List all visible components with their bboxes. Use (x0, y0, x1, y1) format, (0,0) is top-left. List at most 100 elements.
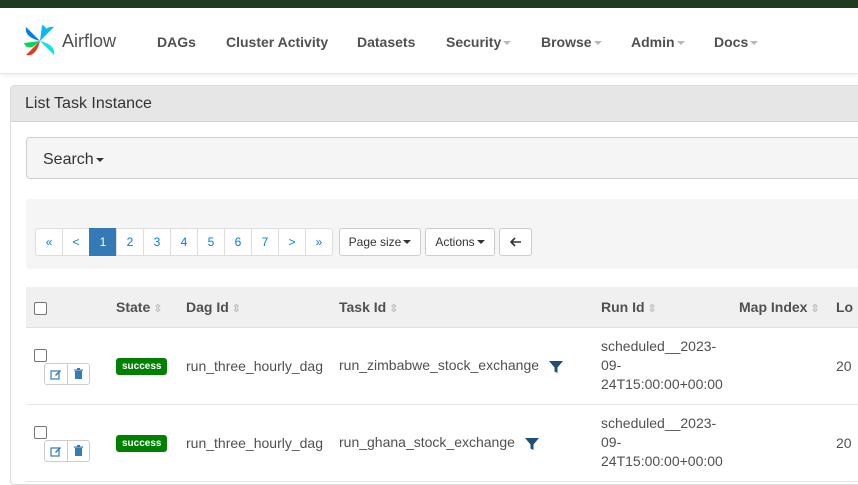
filter-icon[interactable] (524, 437, 539, 451)
search-label: Search (43, 151, 94, 168)
search-toggle[interactable]: Search (43, 151, 104, 169)
task-id-cell: run_zimbabwe_stock_exchange (331, 327, 593, 405)
page-4-button[interactable]: 4 (170, 228, 198, 256)
nav-docs-label: Docs (714, 34, 749, 50)
dag-id-cell[interactable]: run_three_hourly_dag (178, 327, 331, 405)
column-task-id[interactable]: Task Id ⇕ (331, 287, 593, 328)
page-size-dropdown[interactable]: Page size (339, 228, 421, 256)
sort-icon: ⇕ (810, 302, 820, 315)
chevron-down-icon (750, 41, 759, 46)
column-dag-id-label: Dag Id (186, 298, 229, 315)
status-badge[interactable]: success (116, 435, 168, 452)
map-index-cell (731, 327, 828, 405)
list-panel: List Task Instance Search « < 1 2 3 4 5 … (10, 85, 858, 485)
column-dag-id[interactable]: Dag Id ⇕ (178, 287, 331, 328)
sort-icon: ⇕ (389, 302, 399, 315)
nav-security-label: Security (446, 34, 502, 50)
select-all-header (26, 287, 108, 328)
edit-icon (50, 369, 61, 380)
nav-browse[interactable]: Browse (541, 34, 602, 50)
column-state[interactable]: State ⇕ (108, 287, 178, 328)
page-first-button[interactable]: « (35, 228, 63, 256)
actions-dropdown[interactable]: Actions (425, 228, 495, 256)
status-badge[interactable]: success (116, 358, 168, 375)
dag-id-cell[interactable]: run_three_hourly_dag (178, 404, 331, 482)
sort-icon: ⇕ (153, 302, 163, 315)
brand-name: Airflow (62, 30, 117, 51)
edit-icon (50, 446, 61, 457)
run-id-cell[interactable]: scheduled__2023- 09- 24T15:00:00+00:00 (593, 404, 731, 482)
row-actions (44, 439, 90, 462)
pagination-bar: « < 1 2 3 4 5 6 7 > » Page size Actions (26, 199, 858, 269)
trash-icon (74, 367, 83, 379)
chevron-down-icon (593, 41, 602, 46)
row-checkbox[interactable] (34, 426, 47, 440)
page-6-button[interactable]: 6 (224, 228, 252, 256)
row-controls (26, 327, 108, 405)
table-row: success run_three_hourly_dag run_zimbabw… (26, 327, 858, 405)
row-controls (26, 404, 108, 482)
run-id-cell[interactable]: scheduled__2023- 09- 24T15:00:00+00:00 (593, 327, 731, 405)
column-log-partial[interactable]: Lo (828, 287, 858, 328)
nav-security[interactable]: Security (446, 34, 512, 50)
row-checkbox[interactable] (34, 349, 47, 363)
edit-button[interactable] (45, 441, 67, 461)
edit-button[interactable] (45, 364, 67, 384)
back-button[interactable] (499, 228, 532, 256)
brand-logo[interactable]: Airflow (22, 22, 116, 60)
chevron-down-icon (403, 240, 412, 244)
page-5-button[interactable]: 5 (197, 228, 225, 256)
state-cell: success (108, 404, 178, 482)
map-index-cell (731, 404, 828, 482)
column-run-id[interactable]: Run Id ⇕ (593, 287, 731, 328)
nav-admin-label: Admin (631, 34, 675, 50)
log-partial-cell: 20 (828, 327, 858, 405)
filter-icon[interactable] (548, 360, 563, 374)
sort-icon: ⇕ (231, 302, 241, 315)
column-state-label: State (116, 298, 151, 315)
navbar: Airflow DAGs Cluster Activity Datasets S… (0, 8, 858, 74)
chevron-down-icon (476, 240, 485, 244)
state-cell: success (108, 327, 178, 405)
top-strip (0, 0, 858, 8)
nav-datasets-label: Datasets (357, 34, 416, 50)
page-1-button[interactable]: 1 (89, 228, 117, 256)
nav-dags[interactable]: DAGs (157, 34, 196, 50)
chevron-down-icon (95, 157, 104, 162)
task-id-link[interactable]: run_ghana_stock_exchange (339, 434, 515, 450)
page-prev-button[interactable]: < (62, 228, 90, 256)
row-actions (44, 362, 90, 385)
column-log-partial-label: Lo (836, 298, 854, 315)
nav-docs[interactable]: Docs (714, 34, 759, 50)
airflow-pinwheel-icon (24, 25, 55, 56)
table-row: success run_three_hourly_dag run_ghana_s… (26, 404, 858, 482)
page-2-button[interactable]: 2 (116, 228, 144, 256)
trash-icon (74, 444, 83, 456)
column-task-id-label: Task Id (339, 298, 387, 315)
page-3-button[interactable]: 3 (143, 228, 171, 256)
nav-datasets[interactable]: Datasets (357, 34, 415, 50)
chevron-down-icon (503, 41, 512, 46)
column-run-id-label: Run Id (601, 298, 645, 315)
task-id-link[interactable]: run_zimbabwe_stock_exchange (339, 357, 539, 373)
panel-title: List Task Instance (11, 86, 858, 122)
nav-cluster-activity[interactable]: Cluster Activity (226, 34, 328, 50)
nav-admin[interactable]: Admin (631, 34, 685, 50)
page-next-button[interactable]: > (278, 228, 306, 256)
log-partial-cell: 20 (828, 404, 858, 482)
page-size-label: Page size (348, 235, 402, 249)
sort-icon: ⇕ (647, 302, 657, 315)
delete-button[interactable] (67, 440, 89, 461)
nav-cluster-activity-label: Cluster Activity (226, 34, 329, 50)
column-map-index-label: Map Index (739, 298, 808, 315)
search-panel[interactable]: Search (26, 137, 858, 179)
table-header-row: State ⇕ Dag Id ⇕ Task Id ⇕ Run Id ⇕ Map Inde… (26, 287, 858, 328)
delete-button[interactable] (67, 363, 89, 384)
page-last-button[interactable]: » (305, 228, 333, 256)
chevron-down-icon (676, 41, 685, 46)
page-7-button[interactable]: 7 (251, 228, 279, 256)
arrow-left-icon (509, 237, 521, 247)
select-all-checkbox[interactable] (34, 301, 47, 315)
column-map-index[interactable]: Map Index ⇕ (731, 287, 828, 328)
actions-label: Actions (435, 235, 475, 249)
